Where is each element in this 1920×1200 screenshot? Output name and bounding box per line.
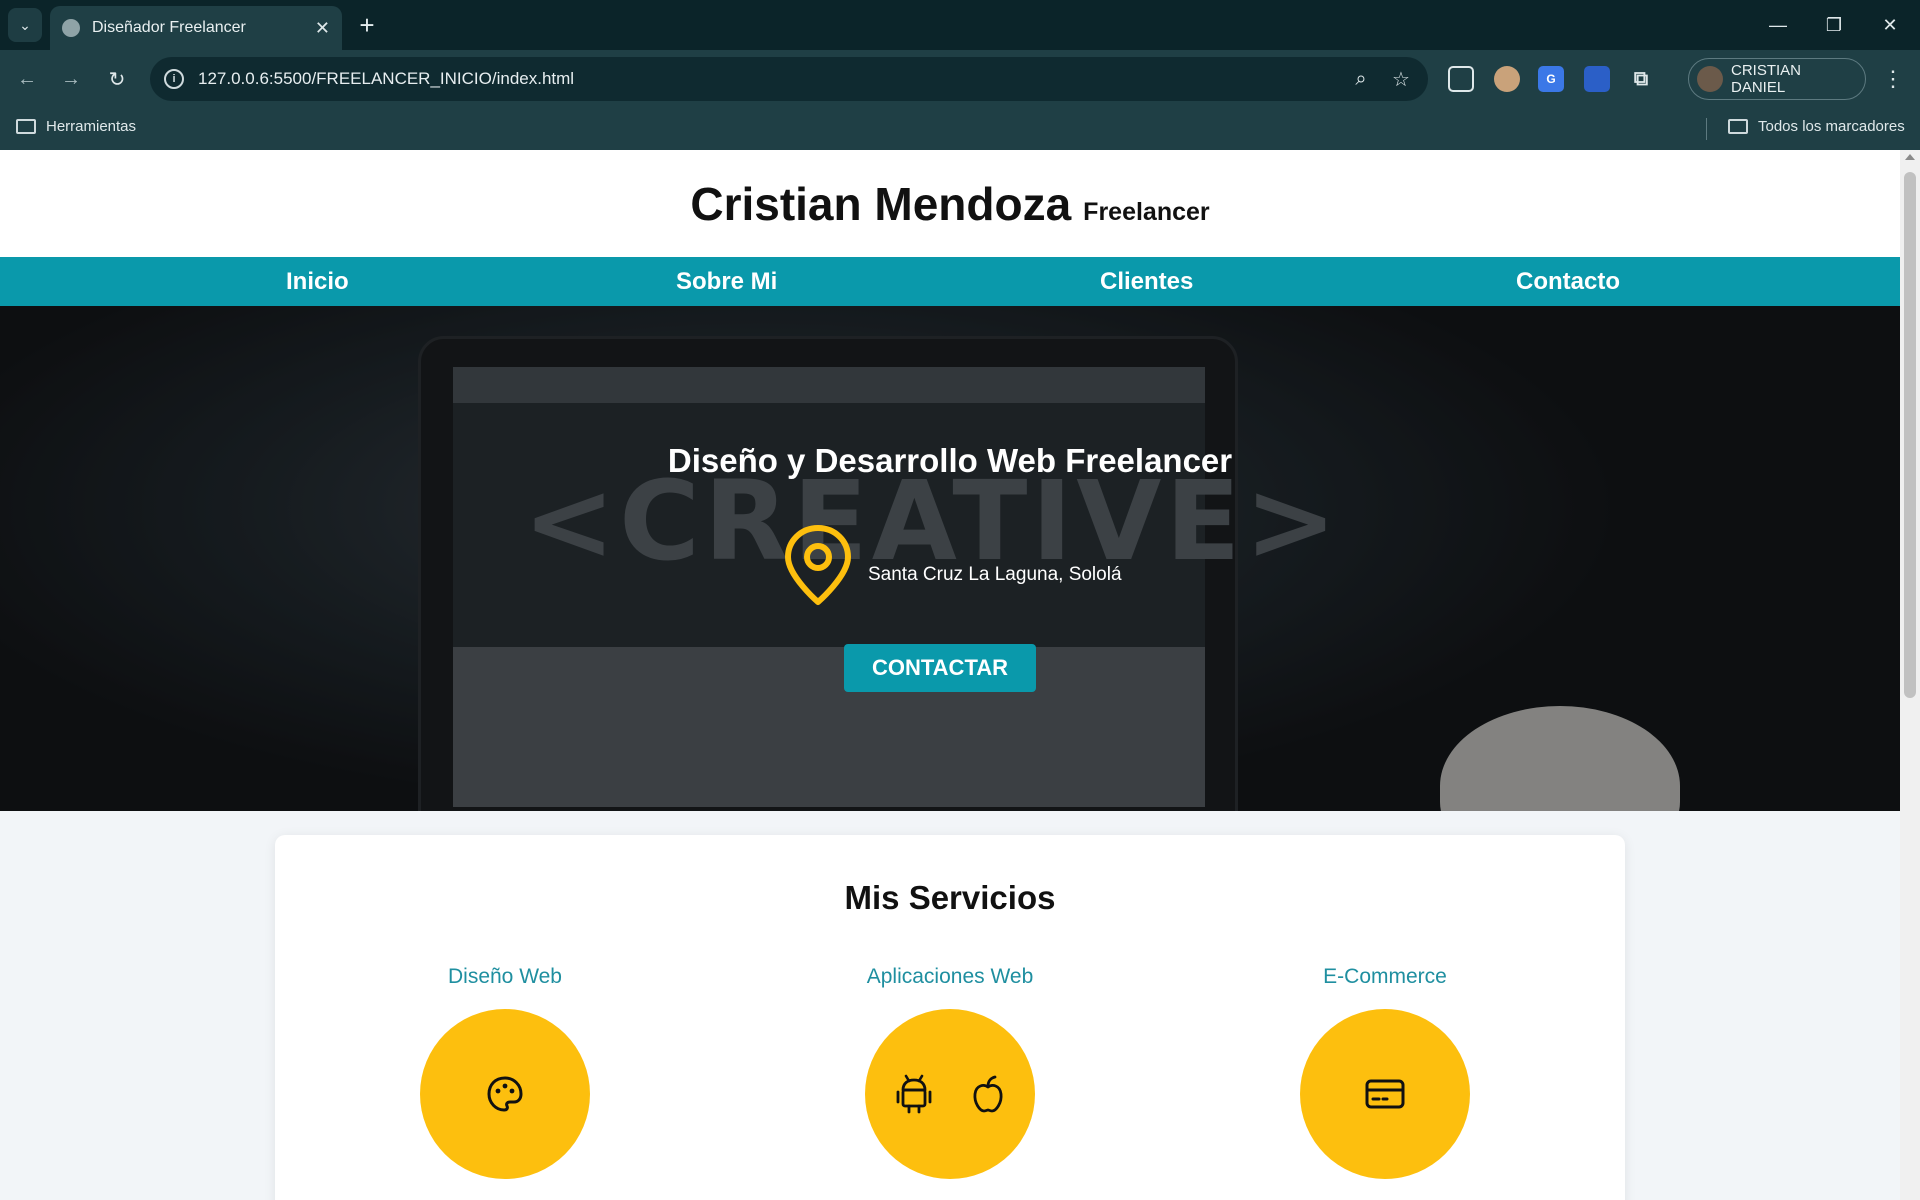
folder-icon	[16, 119, 36, 134]
nav-link-inicio[interactable]: Inicio	[286, 257, 349, 306]
services-card: Mis Servicios Diseño Web Aplicaciones We…	[275, 835, 1625, 1200]
profile-button[interactable]: CRISTIAN DANIEL	[1688, 58, 1866, 100]
bookmark-folder-herramientas[interactable]: Herramientas	[16, 118, 136, 135]
service-item: Aplicaciones Web	[800, 965, 1100, 1179]
service-item: Diseño Web	[355, 965, 655, 1179]
reload-button[interactable]: ↻	[102, 64, 132, 94]
main-nav: Inicio Sobre Mi Clientes Contacto	[0, 257, 1900, 306]
service-icon-circle	[420, 1009, 590, 1179]
address-bar[interactable]: i 127.0.0.6:5500/FREELANCER_INICIO/index…	[150, 57, 1428, 101]
service-icon-circle	[865, 1009, 1035, 1179]
service-label: Aplicaciones Web	[866, 965, 1034, 988]
android-icon	[896, 1074, 932, 1114]
bookmarks-bar: Herramientas Todos los marcadores	[0, 108, 1920, 150]
browser-menu-icon[interactable]: ⋮	[1880, 66, 1906, 92]
apple-icon	[973, 1075, 1003, 1113]
bookmark-star-icon[interactable]: ☆	[1388, 66, 1414, 92]
new-tab-button[interactable]: +	[352, 10, 382, 40]
services-title: Mis Servicios	[844, 879, 1056, 916]
zoom-icon[interactable]: ⌕	[1348, 66, 1374, 92]
scrollbar-thumb[interactable]	[1904, 172, 1916, 698]
hero-title: Diseño y Desarrollo Web Freelancer	[667, 442, 1233, 479]
extension-book-icon[interactable]	[1584, 66, 1610, 92]
profile-name: CRISTIAN DANIEL	[1731, 62, 1802, 96]
close-window-button[interactable]: ✕	[1862, 0, 1918, 50]
url-text: 127.0.0.6:5500/FREELANCER_INICIO/index.h…	[198, 69, 575, 88]
site-title: Cristian Mendoza Freelancer	[690, 177, 1209, 231]
site-name: Cristian Mendoza	[690, 177, 1072, 230]
palette-icon	[487, 1076, 523, 1112]
hero-section: <CREATIVE> Diseño y Desarrollo Web Freel…	[0, 306, 1900, 811]
service-label: E-Commerce	[1323, 965, 1447, 988]
extension-owl-icon[interactable]	[1494, 66, 1520, 92]
all-bookmarks-button[interactable]: Todos los marcadores	[1728, 118, 1905, 135]
back-button[interactable]: ←	[12, 64, 42, 94]
location-pin-icon	[785, 525, 851, 605]
avatar	[1697, 66, 1723, 92]
bookmark-folder-label: Herramientas	[46, 118, 137, 135]
all-bookmarks-label: Todos los marcadores	[1758, 118, 1905, 135]
site-info-icon[interactable]: i	[164, 69, 184, 89]
restore-button[interactable]: ❐	[1806, 0, 1862, 50]
browser-toolbar: ← → ↻ i 127.0.0.6:5500/FREELANCER_INICIO…	[0, 50, 1920, 108]
site-name-suffix: Freelancer	[1083, 197, 1210, 226]
credit-card-icon	[1365, 1079, 1405, 1109]
tab-title: Diseñador Freelancer	[92, 19, 246, 36]
globe-icon	[62, 19, 80, 37]
page-scrollbar[interactable]	[1900, 150, 1920, 1200]
browser-tab-active[interactable]: Diseñador Freelancer ✕	[50, 6, 342, 50]
hero-location: Santa Cruz La Laguna, Sololá	[780, 522, 1122, 608]
service-label: Diseño Web	[447, 965, 562, 988]
nav-link-contacto[interactable]: Contacto	[1516, 257, 1620, 306]
nav-link-sobre-mi[interactable]: Sobre Mi	[676, 257, 777, 306]
scroll-up-arrow-icon[interactable]	[1905, 154, 1915, 160]
page-viewport: Cristian Mendoza Freelancer Inicio Sobre …	[0, 150, 1900, 1200]
service-item: E-Commerce	[1235, 965, 1535, 1179]
service-icon-circle	[1300, 1009, 1470, 1179]
reading-mode-icon[interactable]	[1448, 66, 1474, 92]
site-header: Cristian Mendoza Freelancer	[0, 150, 1900, 257]
location-text: Santa Cruz La Laguna, Sololá	[868, 564, 1122, 585]
chevron-down-icon: ⌄	[19, 16, 31, 33]
folder-icon	[1728, 119, 1748, 134]
tab-search-button[interactable]: ⌄	[8, 8, 42, 42]
forward-button[interactable]: →	[56, 64, 86, 94]
bookmarks-divider	[1706, 118, 1707, 140]
google-translate-icon[interactable]: G	[1538, 66, 1564, 92]
extensions-puzzle-icon[interactable]: ⧉	[1628, 66, 1654, 92]
tab-close-icon[interactable]: ✕	[315, 18, 330, 39]
browser-tab-bar: ⌄ Diseñador Freelancer ✕ + — ❐ ✕	[0, 0, 1920, 50]
contactar-button[interactable]: CONTACTAR	[844, 644, 1036, 692]
nav-link-clientes[interactable]: Clientes	[1100, 257, 1193, 306]
minimize-button[interactable]: —	[1750, 0, 1806, 50]
